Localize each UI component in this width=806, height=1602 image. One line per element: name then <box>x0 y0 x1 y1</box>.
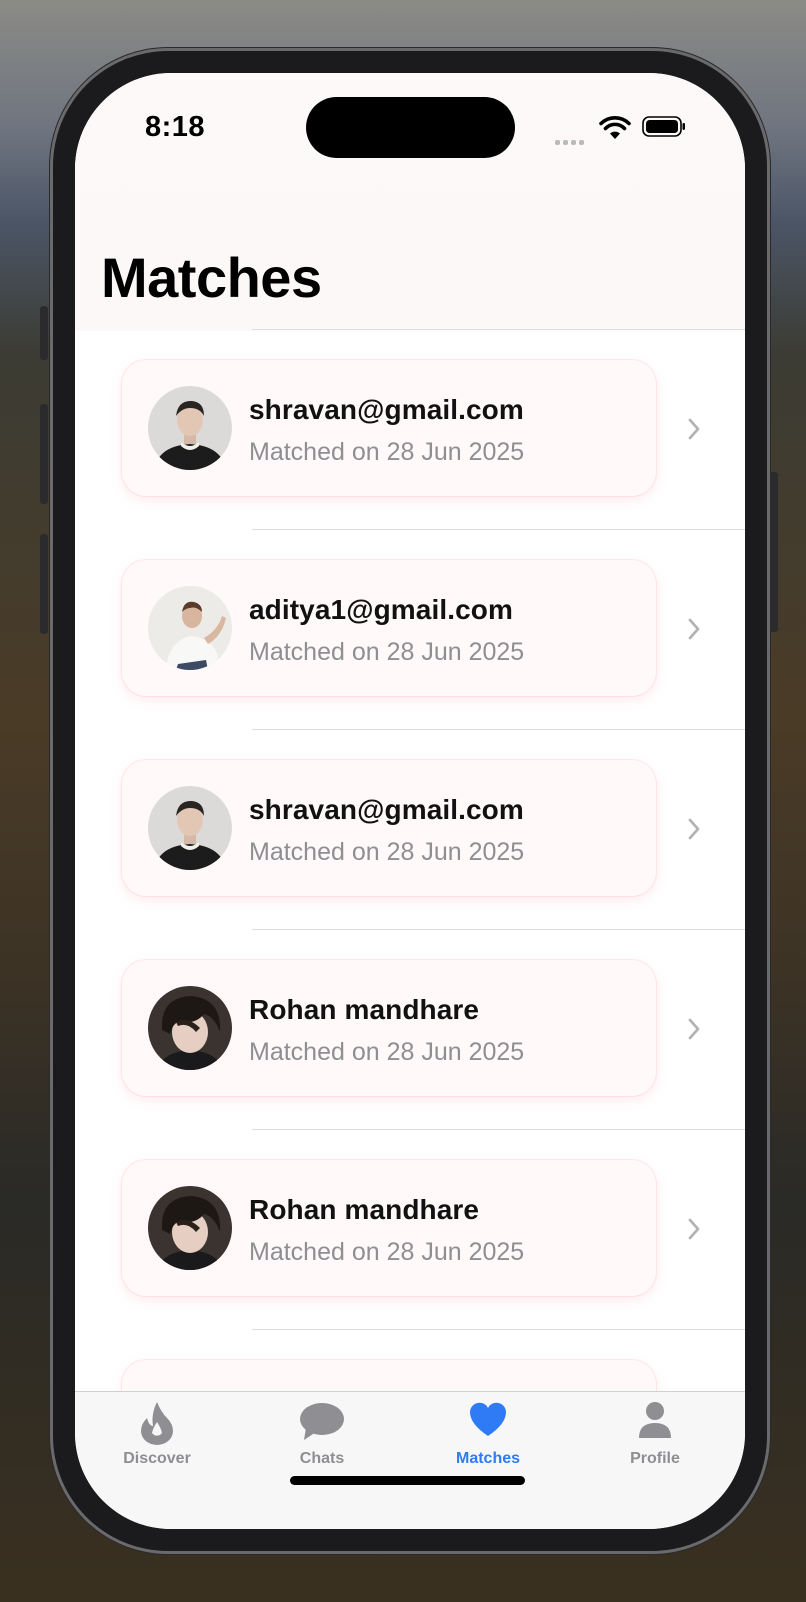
avatar <box>148 586 232 670</box>
match-date: Matched on 28 Jun 2025 <box>249 838 525 866</box>
person-icon <box>639 1402 671 1438</box>
divider <box>252 929 745 930</box>
divider <box>252 329 745 330</box>
match-date: Matched on 28 Jun 2025 <box>249 438 525 466</box>
wifi-icon <box>599 116 631 139</box>
tab-label: Matches <box>455 1450 521 1467</box>
chevron-right-icon[interactable] <box>687 617 701 641</box>
app-screen: 8:18 Matches shravan@gmail.com Matched o… <box>75 73 745 1529</box>
home-indicator <box>290 1476 525 1485</box>
matches-list[interactable]: shravan@gmail.com Matched on 28 Jun 2025 <box>75 329 745 1529</box>
match-row[interactable]: aditya1@gmail.com Matched on 28 Jun 2025 <box>75 529 745 729</box>
match-name: aditya1@gmail.com <box>249 594 513 625</box>
divider <box>252 1129 745 1130</box>
match-name: Rohan mandhare <box>249 994 480 1025</box>
tab-discover[interactable]: Discover <box>87 1392 227 1482</box>
chevron-right-icon[interactable] <box>687 817 701 841</box>
tab-matches[interactable]: Matches <box>418 1392 558 1482</box>
match-name: shravan@gmail.com <box>249 794 524 825</box>
match-row[interactable]: shravan@gmail.com Matched on 28 Jun 2025 <box>75 329 745 529</box>
match-row[interactable]: shravan@gmail.com Matched on 28 Jun 2025 <box>75 729 745 929</box>
tab-bar: Discover Chats Matches Profile <box>75 1391 745 1529</box>
avatar <box>148 386 232 470</box>
avatar <box>148 786 232 870</box>
match-card[interactable]: Rohan mandhare Matched on 28 Jun 2025 <box>122 960 656 1096</box>
avatar <box>148 1186 232 1270</box>
match-row[interactable]: Rohan mandhare Matched on 28 Jun 2025 <box>75 1129 745 1329</box>
power-button <box>770 472 778 632</box>
page-title: Matches <box>101 246 322 309</box>
divider <box>252 1329 745 1330</box>
flame-icon <box>141 1402 173 1445</box>
match-date: Matched on 28 Jun 2025 <box>249 1238 525 1266</box>
match-date: Matched on 28 Jun 2025 <box>249 638 525 666</box>
tab-label: Chats <box>299 1450 345 1467</box>
match-name: shravan@gmail.com <box>249 394 524 425</box>
match-card[interactable]: shravan@gmail.com Matched on 28 Jun 2025 <box>122 760 656 896</box>
tab-label: Profile <box>630 1450 680 1467</box>
match-row[interactable]: Rohan mandhare Matched on 28 Jun 2025 <box>75 929 745 1129</box>
dynamic-island <box>306 97 515 158</box>
divider <box>252 529 745 530</box>
status-time: 8:18 <box>145 111 206 143</box>
volume-down-button <box>40 534 48 634</box>
match-card[interactable]: aditya1@gmail.com Matched on 28 Jun 2025 <box>122 560 656 696</box>
tab-profile[interactable]: Profile <box>585 1392 725 1482</box>
divider <box>252 729 745 730</box>
match-card[interactable]: shravan@gmail.com Matched on 28 Jun 2025 <box>122 360 656 496</box>
avatar <box>148 986 232 1070</box>
tab-chats[interactable]: Chats <box>252 1392 392 1482</box>
chat-bubble-icon <box>300 1403 344 1440</box>
volume-up-button <box>40 404 48 504</box>
heart-icon <box>470 1402 506 1436</box>
match-name: Rohan mandhare <box>249 1194 480 1225</box>
tab-label: Discover <box>123 1450 191 1467</box>
action-button <box>40 306 48 360</box>
match-date: Matched on 28 Jun 2025 <box>249 1038 525 1066</box>
chevron-right-icon[interactable] <box>687 417 701 441</box>
chevron-right-icon[interactable] <box>687 1217 701 1241</box>
match-card[interactable]: Rohan mandhare Matched on 28 Jun 2025 <box>122 1160 656 1296</box>
chevron-right-icon[interactable] <box>687 1017 701 1041</box>
cellular-signal-icon <box>555 132 589 145</box>
battery-icon <box>642 116 685 137</box>
